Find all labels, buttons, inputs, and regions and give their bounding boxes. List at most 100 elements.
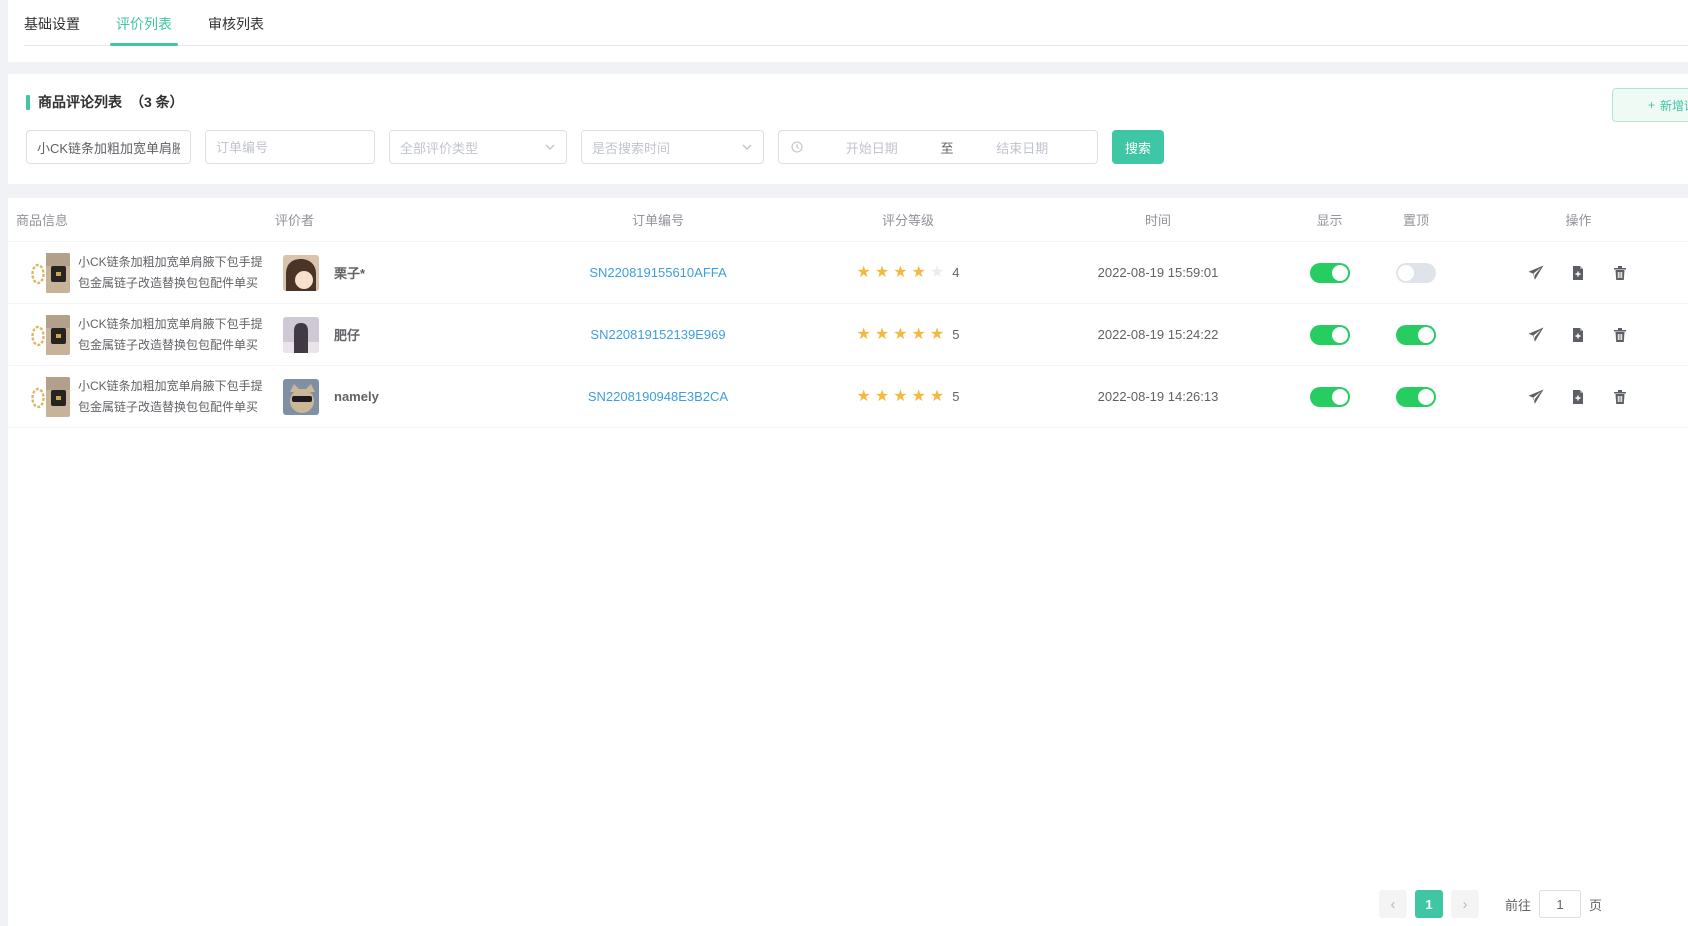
delete-button[interactable] bbox=[1612, 264, 1630, 282]
pagination: ‹ 1 › 前往 页 bbox=[1379, 890, 1602, 918]
display-toggle[interactable] bbox=[1310, 263, 1350, 283]
reviewer-avatar bbox=[283, 379, 319, 415]
plus-icon: + bbox=[1648, 98, 1655, 112]
pin-toggle[interactable] bbox=[1396, 387, 1436, 407]
star-filled-icon: ★ bbox=[930, 389, 944, 405]
product-name-field bbox=[26, 130, 191, 164]
col-pin-top: 置顶 bbox=[1371, 210, 1461, 229]
rating-value: 5 bbox=[952, 389, 959, 404]
current-page-button[interactable]: 1 bbox=[1415, 890, 1443, 918]
send-icon bbox=[1528, 327, 1544, 343]
tab-basic-settings[interactable]: 基础设置 bbox=[24, 14, 80, 45]
display-toggle[interactable] bbox=[1310, 325, 1350, 345]
tab-review-list[interactable]: 评价列表 bbox=[116, 14, 172, 45]
star-filled-icon: ★ bbox=[912, 389, 926, 405]
add-review-button[interactable]: + 新增评论 bbox=[1612, 88, 1688, 122]
col-product-info: 商品信息 bbox=[8, 210, 270, 229]
chevron-down-icon bbox=[544, 141, 556, 153]
end-date-placeholder[interactable]: 结束日期 bbox=[960, 138, 1086, 157]
review-table-panel: 商品信息 评价者 订单编号 评分等级 时间 显示 置顶 操作 小CK链条加粗加宽… bbox=[8, 198, 1688, 926]
col-display: 显示 bbox=[1288, 210, 1371, 229]
add-file-button[interactable] bbox=[1570, 388, 1588, 406]
tab-audit-list[interactable]: 审核列表 bbox=[208, 14, 264, 45]
table-row: 小CK链条加粗加宽单肩腋下包手提包金属链子改造替换包包配件单买 栗子* SN22… bbox=[8, 242, 1688, 304]
send-button[interactable] bbox=[1528, 388, 1546, 406]
product-title: 小CK链条加粗加宽单肩腋下包手提包金属链子改造替换包包配件单买 bbox=[78, 314, 266, 355]
star-filled-icon: ★ bbox=[893, 327, 907, 343]
add-file-button[interactable] bbox=[1570, 264, 1588, 282]
col-time: 时间 bbox=[1028, 210, 1288, 229]
order-number-link[interactable]: SN220819155610AFFA bbox=[589, 265, 726, 280]
star-filled-icon: ★ bbox=[912, 327, 926, 343]
review-time: 2022-08-19 15:24:22 bbox=[1098, 327, 1219, 342]
prev-page-button[interactable]: ‹ bbox=[1379, 890, 1407, 918]
star-filled-icon: ★ bbox=[893, 389, 907, 405]
goto-page: 前往 页 bbox=[1505, 890, 1602, 918]
rating-stars: ★★★★★ bbox=[857, 389, 945, 405]
table-header: 商品信息 评价者 订单编号 评分等级 时间 显示 置顶 操作 bbox=[8, 198, 1688, 242]
review-time: 2022-08-19 15:59:01 bbox=[1098, 265, 1219, 280]
page-unit-label: 页 bbox=[1589, 895, 1602, 914]
reviewer-name: 肥仔 bbox=[334, 325, 360, 344]
delete-button[interactable] bbox=[1612, 388, 1630, 406]
title-accent-bar bbox=[26, 95, 30, 110]
product-image bbox=[30, 377, 70, 417]
product-title: 小CK链条加粗加宽单肩腋下包手提包金属链子改造替换包包配件单买 bbox=[78, 376, 266, 417]
col-rating: 评分等级 bbox=[788, 210, 1028, 229]
display-toggle[interactable] bbox=[1310, 387, 1350, 407]
order-number-field bbox=[205, 130, 375, 164]
star-filled-icon: ★ bbox=[912, 265, 926, 281]
table-row: 小CK链条加粗加宽单肩腋下包手提包金属链子改造替换包包配件单买 namely S… bbox=[8, 366, 1688, 428]
delete-button[interactable] bbox=[1612, 326, 1630, 344]
search-button[interactable]: 搜索 bbox=[1112, 130, 1164, 164]
send-button[interactable] bbox=[1528, 264, 1546, 282]
star-filled-icon: ★ bbox=[857, 327, 871, 343]
table-body: 小CK链条加粗加宽单肩腋下包手提包金属链子改造替换包包配件单买 栗子* SN22… bbox=[8, 242, 1688, 428]
tabs: 基础设置 评价列表 审核列表 bbox=[24, 14, 1688, 46]
col-operations: 操作 bbox=[1461, 210, 1688, 229]
goto-page-input[interactable] bbox=[1539, 890, 1581, 918]
review-time: 2022-08-19 14:26:13 bbox=[1098, 389, 1219, 404]
send-icon bbox=[1528, 389, 1544, 405]
product-name-input[interactable] bbox=[27, 131, 190, 163]
product-image bbox=[30, 315, 70, 355]
col-order-number: 订单编号 bbox=[528, 210, 788, 229]
col-reviewer: 评价者 bbox=[270, 210, 528, 229]
review-count: （3 条） bbox=[130, 92, 184, 112]
file-add-icon bbox=[1570, 327, 1586, 343]
star-empty-icon: ★ bbox=[930, 265, 944, 281]
review-type-select[interactable]: 全部评价类型 bbox=[389, 130, 567, 164]
pin-toggle[interactable] bbox=[1396, 263, 1436, 283]
reviewer-name: namely bbox=[334, 389, 379, 404]
star-filled-icon: ★ bbox=[875, 327, 889, 343]
panel-title: 商品评论列表 （3 条） bbox=[26, 92, 1688, 112]
file-add-icon bbox=[1570, 389, 1586, 405]
add-file-button[interactable] bbox=[1570, 326, 1588, 344]
date-range-separator: 至 bbox=[941, 138, 954, 157]
time-search-select[interactable]: 是否搜索时间 bbox=[581, 130, 764, 164]
file-add-icon bbox=[1570, 265, 1586, 281]
star-filled-icon: ★ bbox=[930, 327, 944, 343]
start-date-placeholder[interactable]: 开始日期 bbox=[809, 138, 935, 157]
reviewer-avatar bbox=[283, 255, 319, 291]
pin-toggle[interactable] bbox=[1396, 325, 1436, 345]
table-row: 小CK链条加粗加宽单肩腋下包手提包金属链子改造替换包包配件单买 肥仔 SN220… bbox=[8, 304, 1688, 366]
rating-stars: ★★★★★ bbox=[857, 265, 945, 281]
star-filled-icon: ★ bbox=[857, 265, 871, 281]
star-filled-icon: ★ bbox=[875, 265, 889, 281]
clock-icon bbox=[791, 141, 803, 153]
order-number-link[interactable]: SN220819152139E969 bbox=[590, 327, 725, 342]
send-button[interactable] bbox=[1528, 326, 1546, 344]
filter-row: 全部评价类型 是否搜索时间 开始日期 至 结束日期 搜索 bbox=[26, 130, 1688, 164]
reviewer-avatar bbox=[283, 317, 319, 353]
order-number-input[interactable] bbox=[206, 131, 374, 163]
date-range-picker[interactable]: 开始日期 至 结束日期 bbox=[778, 130, 1098, 164]
trash-icon bbox=[1612, 327, 1628, 343]
tab-bar: 基础设置 评价列表 审核列表 bbox=[8, 0, 1688, 62]
review-type-value: 全部评价类型 bbox=[400, 138, 478, 157]
star-filled-icon: ★ bbox=[857, 389, 871, 405]
next-page-button[interactable]: › bbox=[1451, 890, 1479, 918]
order-number-link[interactable]: SN2208190948E3B2CA bbox=[588, 389, 728, 404]
trash-icon bbox=[1612, 389, 1628, 405]
trash-icon bbox=[1612, 265, 1628, 281]
